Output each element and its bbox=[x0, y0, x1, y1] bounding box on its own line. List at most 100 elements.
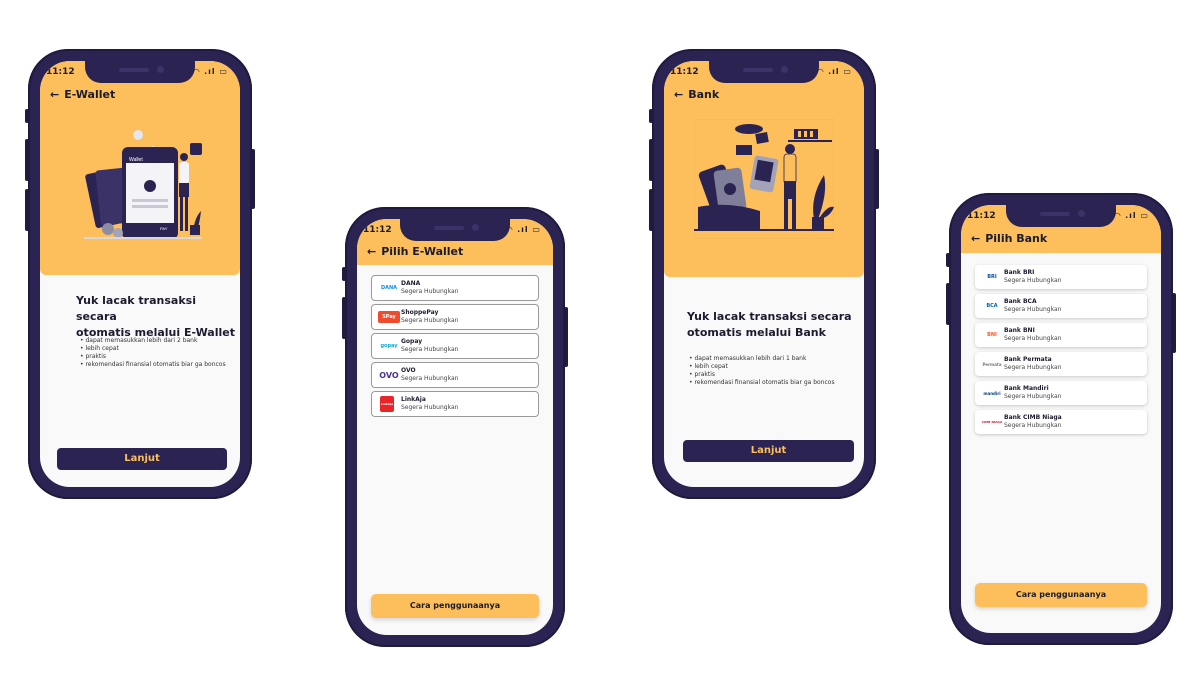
back-button[interactable]: ← Bank bbox=[674, 88, 719, 101]
page-title: Bank bbox=[688, 88, 720, 101]
item-status: Segera Hubungkan bbox=[1004, 364, 1062, 371]
screen: 11:12 ◠ .ıl ▭ ← Pilih E-Wallet DANA DANA … bbox=[357, 219, 553, 635]
headline: Yuk lacak transaksi secara otomatis mela… bbox=[687, 310, 852, 339]
item-name: LinkAja bbox=[401, 396, 426, 403]
side-button bbox=[649, 189, 653, 231]
list-item: rekomendasi finansial otomatis biar ga b… bbox=[80, 361, 225, 369]
status-icons: ◠ .ıl ▭ bbox=[506, 225, 541, 234]
cara-penggunaan-button[interactable]: Cara penggunaanya bbox=[975, 583, 1147, 607]
lanjut-button[interactable]: Lanjut bbox=[683, 440, 854, 462]
headline: Yuk lacak transaksi secara otomatis mela… bbox=[76, 294, 235, 339]
list-item: rekomendasi finansial otomatis biar ga b… bbox=[689, 379, 834, 387]
bank-item-bri[interactable]: BRI Bank BRI Segera Hubungkan bbox=[975, 265, 1147, 289]
linkaja-logo-icon: LinkAja bbox=[380, 396, 394, 412]
page-title: Pilih E-Wallet bbox=[381, 245, 464, 258]
item-status: Segera Hubungkan bbox=[1004, 393, 1062, 400]
item-status: Segera Hubungkan bbox=[1004, 277, 1062, 284]
side-button bbox=[1172, 293, 1176, 353]
status-icons: ◠ .ıl ▭ bbox=[193, 67, 228, 76]
status-icons: ◠ .ıl ▭ bbox=[1114, 211, 1149, 220]
back-arrow-icon: ← bbox=[50, 88, 60, 101]
header: ← Bank bbox=[664, 61, 864, 277]
bank-illustration bbox=[694, 119, 834, 239]
list-item: dapat memasukkan lebih dari 1 bank bbox=[689, 355, 835, 363]
phone-ewallet: 11:12 ◠ .ıl ▭ ← E-Wallet Wallet PAY Yuk … bbox=[25, 49, 255, 499]
status-icons: ◠ .ıl ▭ bbox=[817, 67, 852, 76]
item-name: Bank BNI bbox=[1004, 327, 1035, 334]
item-name: Bank Permata bbox=[1004, 356, 1052, 363]
item-status: Segera Hubungkan bbox=[1004, 306, 1062, 313]
back-button[interactable]: ← Pilih E-Wallet bbox=[367, 245, 463, 258]
bank-item-permata[interactable]: Permata Bank Permata Segera Hubungkan bbox=[975, 352, 1147, 376]
status-time: 11:12 bbox=[670, 67, 699, 77]
item-name: Bank BRI bbox=[1004, 269, 1035, 276]
bank-item-mandiri[interactable]: mandiri Bank Mandiri Segera Hubungkan bbox=[975, 381, 1147, 405]
cimb-logo-icon: CIMB NIAGA bbox=[981, 420, 1003, 424]
screen: 11:12 ◠ .ıl ▭ ← E-Wallet Wallet PAY Yuk … bbox=[40, 61, 240, 487]
side-button bbox=[875, 149, 879, 209]
list-item: praktis bbox=[689, 371, 835, 379]
illus-wallet-label: Wallet bbox=[129, 157, 143, 163]
page-title: E-Wallet bbox=[64, 88, 116, 101]
phone-bank: 11:12 ◠ .ıl ▭ ← Bank Yuk lacak transaksi… bbox=[649, 49, 879, 499]
item-status: Segera Hubungkan bbox=[401, 346, 459, 353]
side-button bbox=[946, 253, 950, 267]
ewallet-item-linkaja[interactable]: LinkAja LinkAja Segera Hubungkan bbox=[371, 391, 539, 417]
list-item: lebih cepat bbox=[80, 345, 226, 353]
side-button bbox=[25, 139, 29, 181]
item-name: Bank Mandiri bbox=[1004, 385, 1049, 392]
item-status: Segera Hubungkan bbox=[401, 288, 459, 295]
dana-logo-icon: DANA bbox=[380, 285, 398, 291]
side-button bbox=[342, 297, 346, 339]
item-status: Segera Hubungkan bbox=[401, 317, 459, 324]
cara-penggunaan-button[interactable]: Cara penggunaanya bbox=[371, 594, 539, 618]
feature-list: dapat memasukkan lebih dari 1 bank lebih… bbox=[689, 355, 835, 387]
bri-logo-icon: BRI bbox=[987, 274, 997, 280]
bank-item-cimb[interactable]: CIMB NIAGA Bank CIMB Niaga Segera Hubung… bbox=[975, 410, 1147, 434]
bank-item-bca[interactable]: BCA Bank BCA Segera Hubungkan bbox=[975, 294, 1147, 318]
side-button bbox=[251, 149, 255, 209]
item-name: Gopay bbox=[401, 338, 423, 345]
ewallet-item-gopay[interactable]: gopay Gopay Segera Hubungkan bbox=[371, 333, 539, 359]
ewallet-item-shopeepay[interactable]: SPay ShoppePay Segera Hubungkan bbox=[371, 304, 539, 330]
page-title: Pilih Bank bbox=[985, 232, 1048, 245]
side-button bbox=[649, 139, 653, 181]
item-name: DANA bbox=[401, 280, 421, 287]
item-status: Segera Hubungkan bbox=[1004, 335, 1062, 342]
header: ← E-Wallet Wallet PAY bbox=[40, 61, 240, 275]
screen: 11:12 ◠ .ıl ▭ ← Pilih Bank BRI Bank BRI S… bbox=[961, 205, 1161, 633]
status-time: 11:12 bbox=[363, 225, 392, 235]
side-button bbox=[649, 109, 653, 123]
item-name: ShoppePay bbox=[401, 309, 439, 316]
item-status: Segera Hubungkan bbox=[1004, 422, 1062, 429]
mandiri-logo-icon: mandiri bbox=[983, 390, 1001, 396]
back-button[interactable]: ← Pilih Bank bbox=[971, 232, 1047, 245]
back-button[interactable]: ← E-Wallet bbox=[50, 88, 115, 101]
status-time: 11:12 bbox=[46, 67, 75, 77]
phone-pilih-bank: 11:12 ◠ .ıl ▭ ← Pilih Bank BRI Bank BRI S… bbox=[946, 193, 1176, 645]
permata-logo-icon: Permata bbox=[982, 361, 1002, 367]
screen: 11:12 ◠ .ıl ▭ ← Bank Yuk lacak transaksi… bbox=[664, 61, 864, 487]
status-bar: 11:12 ◠ .ıl ▭ bbox=[46, 67, 228, 81]
list-item: lebih cepat bbox=[689, 363, 835, 371]
bank-item-bni[interactable]: BNI Bank BNI Segera Hubungkan bbox=[975, 323, 1147, 347]
bni-logo-icon: BNI bbox=[987, 332, 997, 338]
item-name: Bank BCA bbox=[1004, 298, 1037, 305]
status-time: 11:12 bbox=[967, 211, 996, 221]
wallet-illustration: Wallet PAY bbox=[84, 130, 202, 239]
item-status: Segera Hubungkan bbox=[401, 375, 459, 382]
illus-pay-label: PAY bbox=[160, 226, 168, 231]
side-button bbox=[25, 189, 29, 231]
side-button bbox=[564, 307, 568, 367]
side-button bbox=[946, 283, 950, 325]
side-button bbox=[25, 109, 29, 123]
lanjut-button[interactable]: Lanjut bbox=[57, 448, 227, 470]
ewallet-item-ovo[interactable]: OVO OVO Segera Hubungkan bbox=[371, 362, 539, 388]
ewallet-item-dana[interactable]: DANA DANA Segera Hubungkan bbox=[371, 275, 539, 301]
list-item: praktis bbox=[80, 353, 226, 361]
back-arrow-icon: ← bbox=[674, 88, 684, 101]
feature-list: dapat memasukkan lebih dari 2 bank lebih… bbox=[80, 337, 226, 369]
bca-logo-icon: BCA bbox=[986, 303, 998, 309]
shopeepay-logo-icon: SPay bbox=[378, 311, 400, 323]
back-arrow-icon: ← bbox=[367, 245, 377, 258]
